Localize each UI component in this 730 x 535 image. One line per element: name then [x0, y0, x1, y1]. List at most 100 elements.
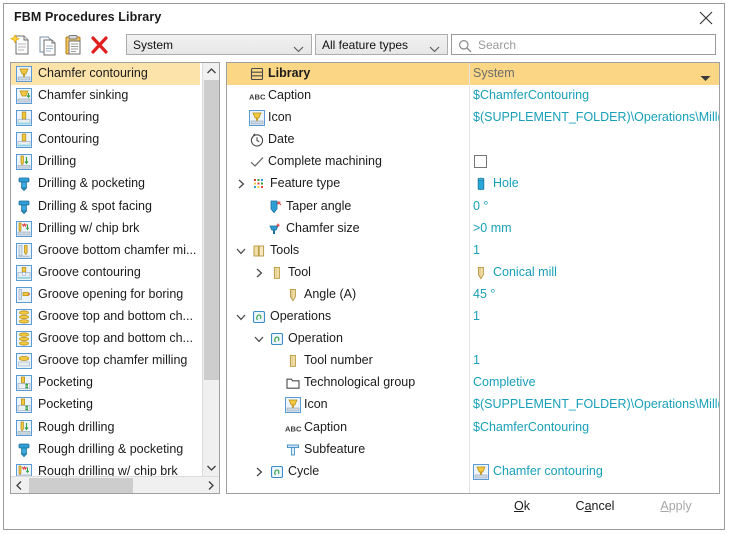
- procedure-list-panel: Chamfer contouring Chamfer sinking Contour…: [10, 62, 220, 494]
- property-tree-row[interactable]: Icon$(SUPPLEMENT_FOLDER)\Operations\Mill…: [227, 394, 719, 416]
- list-item[interactable]: Drilling w/ chip brk: [11, 218, 200, 240]
- chevron-right-icon[interactable]: [253, 267, 265, 279]
- ok-button[interactable]: Ok: [502, 499, 542, 519]
- svg-text:ABC: ABC: [249, 93, 266, 102]
- drilling-chipbreak-icon: [16, 464, 32, 476]
- column-splitter[interactable]: [469, 63, 470, 493]
- scroll-up-arrow[interactable]: [203, 63, 220, 80]
- list-item[interactable]: Drilling: [11, 151, 200, 173]
- list-item-label: Chamfer contouring: [38, 66, 148, 80]
- list-item[interactable]: Pocketing: [11, 394, 200, 416]
- property-value: Chamfer contouring: [493, 464, 603, 478]
- close-button[interactable]: [692, 7, 720, 29]
- list-item[interactable]: Groove top chamfer milling: [11, 350, 200, 372]
- list-item-label: Groove top and bottom ch...: [38, 309, 193, 323]
- list-item-label: Groove top chamfer milling: [38, 353, 187, 367]
- list-item[interactable]: Groove top and bottom ch...: [11, 306, 200, 328]
- property-tree-row[interactable]: Subfeature: [227, 439, 719, 461]
- tool-icon: [269, 265, 285, 281]
- property-name: Caption: [268, 88, 311, 102]
- property-tree-row[interactable]: ToolConical mill: [227, 262, 719, 284]
- list-item-label: Pocketing: [38, 397, 93, 411]
- property-value: Completive: [473, 375, 536, 389]
- list-item-label: Contouring: [38, 110, 99, 124]
- property-name: Tool number: [304, 353, 373, 367]
- chevron-down-icon[interactable]: [235, 311, 247, 323]
- chamfer-sinking-icon: [16, 88, 32, 104]
- list-item[interactable]: Drilling & spot facing: [11, 196, 200, 218]
- property-tree-row[interactable]: Tools1: [227, 240, 719, 262]
- feature-type-select[interactable]: All feature types: [315, 34, 448, 55]
- scroll-thumb-horizontal[interactable]: [29, 478, 133, 493]
- chamfer-size-icon: [267, 221, 283, 237]
- dialog-footer: Ok Cancel Apply: [4, 493, 724, 529]
- list-item[interactable]: Groove top and bottom ch...: [11, 328, 200, 350]
- cancel-label: ncel: [592, 499, 615, 513]
- groove-top-chamfer-icon: [16, 353, 32, 369]
- property-tree-row[interactable]: Operations1: [227, 306, 719, 328]
- search-input-placeholder: Search: [478, 38, 516, 52]
- chevron-down-icon[interactable]: [235, 245, 247, 257]
- property-tree-row[interactable]: Technological groupCompletive: [227, 372, 719, 394]
- property-value: $(SUPPLEMENT_FOLDER)\Operations\Mill(: [473, 110, 720, 124]
- paste-button[interactable]: [62, 33, 86, 58]
- list-item[interactable]: Pocketing: [11, 372, 200, 394]
- list-horizontal-scrollbar[interactable]: [11, 476, 219, 493]
- chamfer-contouring-icon: [16, 66, 32, 82]
- property-tree-row[interactable]: Tool number 1: [227, 350, 719, 372]
- scroll-thumb-vertical[interactable]: [204, 80, 219, 380]
- list-item[interactable]: Rough drilling: [11, 417, 200, 439]
- list-item[interactable]: Groove opening for boring: [11, 284, 200, 306]
- list-item[interactable]: Groove bottom chamfer mi...: [11, 240, 200, 262]
- scroll-down-arrow[interactable]: [203, 459, 220, 476]
- property-tree-row[interactable]: Taper angle0 °: [227, 196, 719, 218]
- delete-x-icon: [88, 47, 112, 61]
- property-tree-row[interactable]: ABCCaption$ChamferContouring: [227, 85, 719, 107]
- property-tree-row[interactable]: Icon $(SUPPLEMENT_FOLDER)\Operations\Mill…: [227, 107, 719, 129]
- property-tree-row[interactable]: Complete machining: [227, 151, 719, 173]
- chevron-right-icon[interactable]: [253, 466, 265, 478]
- delete-button[interactable]: [88, 33, 112, 58]
- property-tree-row[interactable]: Chamfer size>0 mm: [227, 218, 719, 240]
- chevron-right-icon[interactable]: [235, 178, 247, 190]
- chevron-down-icon[interactable]: [253, 333, 265, 345]
- list-item[interactable]: Drilling & pocketing: [11, 173, 200, 195]
- copy-button[interactable]: [36, 33, 60, 58]
- new-procedure-button[interactable]: [10, 33, 34, 58]
- scroll-right-arrow[interactable]: [202, 477, 219, 494]
- list-item[interactable]: Chamfer sinking: [11, 85, 200, 107]
- list-item[interactable]: Groove contouring: [11, 262, 200, 284]
- scroll-left-arrow[interactable]: [11, 477, 28, 494]
- property-tree-row[interactable]: CycleChamfer contouring: [227, 461, 719, 483]
- drilling-chipbreak-icon: [16, 221, 32, 237]
- library-select[interactable]: System: [126, 34, 312, 55]
- conical-mill-icon: [473, 265, 489, 281]
- property-tree-panel: LibrarySystemABCCaption$ChamferContourin…: [226, 62, 720, 494]
- property-tree-row[interactable]: Date: [227, 129, 719, 151]
- list-item-label: Rough drilling & pocketing: [38, 442, 183, 456]
- tool-icon: [285, 353, 301, 369]
- chevron-down-icon[interactable]: [700, 71, 711, 85]
- list-item[interactable]: Contouring: [11, 107, 200, 129]
- property-tree-row[interactable]: Operation: [227, 328, 719, 350]
- property-tree-row[interactable]: Angle (A)45 °: [227, 284, 719, 306]
- complete-machining-checkbox[interactable]: [474, 155, 487, 168]
- property-name: Tool: [288, 265, 311, 279]
- property-name: Operation: [288, 331, 343, 345]
- property-tree-header-row[interactable]: LibrarySystem: [227, 63, 719, 85]
- list-vertical-scrollbar[interactable]: [202, 63, 219, 476]
- list-item[interactable]: Rough drilling & pocketing: [11, 439, 200, 461]
- list-item-label: Drilling: [38, 154, 76, 168]
- search-box[interactable]: Search: [451, 34, 716, 55]
- property-name: Icon: [268, 110, 292, 124]
- folder-icon: [285, 375, 301, 391]
- list-item[interactable]: Chamfer contouring: [11, 63, 200, 85]
- apply-button[interactable]: Apply: [652, 499, 700, 519]
- cancel-button[interactable]: Cancel: [570, 499, 620, 519]
- list-item[interactable]: Contouring: [11, 129, 200, 151]
- property-tree-row[interactable]: Feature typeHole: [227, 173, 719, 195]
- rough-drilling-icon: [16, 420, 32, 436]
- list-item[interactable]: Rough drilling w/ chip brk: [11, 461, 200, 476]
- property-value: 1: [473, 353, 480, 367]
- property-tree-row[interactable]: ABCCaption$ChamferContouring: [227, 417, 719, 439]
